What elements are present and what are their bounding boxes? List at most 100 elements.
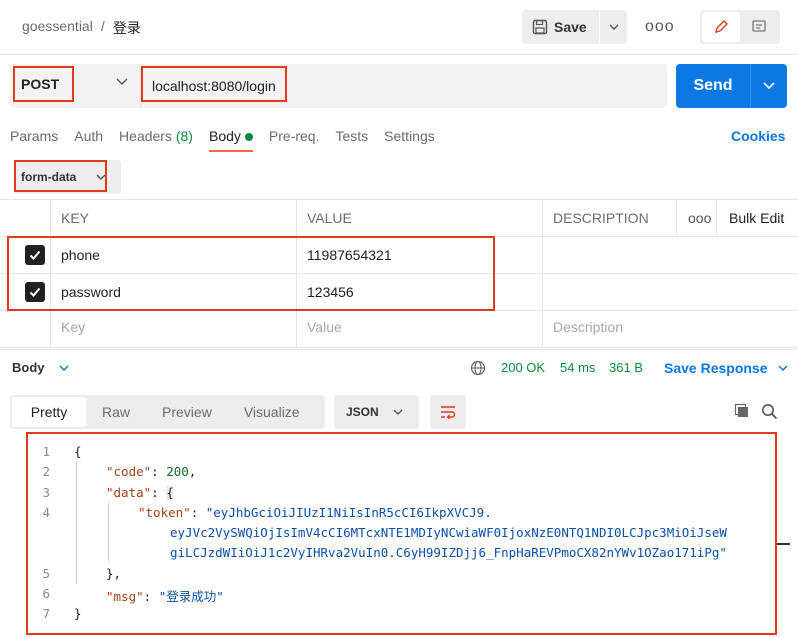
tab-body-label: Body — [208, 128, 241, 144]
tab-headers-count: (8) — [175, 128, 193, 144]
more-actions-button[interactable]: ooo — [645, 18, 675, 36]
json-string: eyJVc2VySWQiOjIsImV4cCI6MTcxNTE1MDIyNCwi… — [170, 525, 727, 540]
table-border — [676, 199, 677, 236]
wrap-lines-button[interactable] — [430, 395, 466, 429]
save-icon — [532, 19, 548, 35]
method-select[interactable]: POST — [13, 66, 73, 102]
json-number: 200 — [166, 464, 189, 479]
save-label: Save — [554, 19, 587, 35]
response-size[interactable]: 361 B — [609, 360, 643, 375]
code-token: } — [74, 606, 82, 621]
send-dropdown-button[interactable] — [751, 64, 787, 108]
copy-icon[interactable] — [734, 403, 750, 419]
chevron-down-icon — [96, 174, 106, 180]
row-key[interactable]: phone — [61, 247, 100, 263]
table-border — [0, 199, 798, 200]
column-header-key: KEY — [61, 210, 90, 226]
check-icon — [29, 250, 41, 260]
chevron-down-icon[interactable] — [116, 78, 128, 86]
code-line: "token": "eyJhbGciOiJIUzI1NiIsInR5cCI6Ik… — [138, 505, 492, 520]
bulk-edit-button[interactable]: Bulk Edit — [729, 210, 784, 226]
json-key: "code" — [106, 464, 152, 479]
response-time[interactable]: 54 ms — [560, 360, 595, 375]
globe-icon[interactable] — [470, 360, 486, 376]
value-placeholder[interactable]: Value — [307, 319, 342, 335]
tab-headers-label: Headers — [119, 128, 172, 144]
response-body-toggle[interactable]: Body — [12, 360, 69, 375]
column-header-value: VALUE — [307, 210, 352, 226]
json-string: "登录成功" — [158, 589, 224, 604]
row-key[interactable]: password — [61, 284, 121, 300]
row-checkbox[interactable] — [25, 282, 45, 302]
tab-auth[interactable]: Auth — [74, 128, 103, 144]
json-string: giLCJzdWIiOiJ1c2VyIHRva2VuIn0.C6yH99IZDj… — [170, 545, 727, 560]
status-code[interactable]: 200 OK — [501, 360, 545, 375]
view-raw[interactable]: Raw — [86, 397, 146, 427]
table-border — [0, 273, 798, 274]
mode-toggle — [700, 10, 780, 44]
line-number: 5 — [42, 566, 50, 581]
row-value[interactable]: 11987654321 — [307, 247, 392, 263]
tab-body[interactable]: Body — [208, 128, 253, 152]
send-group: Send — [676, 64, 787, 108]
json-string: "eyJhbGciOiJIUzI1NiIsInR5cCI6IkpXVCJ9. — [205, 505, 492, 520]
row-checkbox[interactable] — [25, 245, 45, 265]
line-number: 4 — [42, 505, 50, 520]
cookies-link[interactable]: Cookies — [731, 128, 785, 144]
breadcrumb-parent[interactable]: goessential — [22, 18, 93, 38]
table-border — [50, 199, 51, 347]
chevron-down-icon — [393, 409, 403, 415]
save-dropdown-button[interactable] — [600, 24, 627, 30]
json-key: "msg" — [106, 589, 144, 604]
tab-headers[interactable]: Headers (8) — [119, 128, 193, 144]
code-token: { — [166, 485, 174, 500]
response-body-label: Body — [12, 360, 45, 375]
code-line: { — [74, 444, 82, 459]
code-token: }, — [106, 566, 122, 581]
line-number: 6 — [42, 586, 50, 601]
chevron-down-icon — [777, 365, 788, 371]
url-separator — [140, 64, 141, 108]
view-preview[interactable]: Preview — [146, 397, 228, 427]
row-value[interactable]: 123456 — [307, 284, 354, 300]
view-pretty[interactable]: Pretty — [12, 397, 86, 427]
header-divider — [0, 54, 798, 55]
chevron-down-icon — [609, 24, 618, 30]
view-visualize[interactable]: Visualize — [228, 397, 316, 427]
table-border — [0, 236, 798, 237]
tab-tests[interactable]: Tests — [335, 128, 368, 144]
search-icon[interactable] — [761, 403, 778, 420]
breadcrumb-current[interactable]: 登录 — [113, 18, 141, 38]
save-response-label: Save Response — [664, 360, 768, 376]
body-indicator-dot — [244, 133, 253, 142]
url-input[interactable]: localhost:8080/login — [152, 78, 276, 94]
tab-settings[interactable]: Settings — [384, 128, 435, 144]
line-number: 3 — [42, 485, 50, 500]
send-button[interactable]: Send — [676, 64, 751, 108]
wrap-lines-icon — [441, 406, 456, 419]
save-group: Save — [522, 10, 627, 44]
breadcrumb-separator: / — [100, 18, 105, 34]
check-icon — [29, 287, 41, 297]
comment-mode-button[interactable] — [740, 12, 778, 42]
table-border — [542, 199, 543, 347]
table-more-button[interactable]: ooo — [688, 210, 711, 226]
format-select[interactable]: JSON — [334, 395, 419, 429]
table-border — [0, 347, 798, 348]
column-header-description: DESCRIPTION — [553, 210, 649, 226]
tab-params[interactable]: Params — [10, 128, 58, 144]
body-type-select[interactable]: form-data — [14, 160, 121, 194]
table-border — [0, 310, 798, 311]
comment-icon — [752, 20, 766, 32]
save-response-button[interactable]: Save Response — [664, 360, 788, 376]
description-placeholder[interactable]: Description — [553, 319, 623, 335]
tab-prereq[interactable]: Pre-req. — [269, 128, 320, 144]
key-placeholder[interactable]: Key — [61, 319, 85, 335]
json-key: "data" — [106, 485, 152, 500]
table-border — [716, 199, 717, 236]
code-line: "code": 200, — [106, 464, 197, 479]
body-type-label: form-data — [21, 170, 77, 184]
line-number: 7 — [42, 606, 50, 621]
save-button[interactable]: Save — [522, 10, 600, 44]
edit-mode-button[interactable] — [702, 12, 740, 42]
